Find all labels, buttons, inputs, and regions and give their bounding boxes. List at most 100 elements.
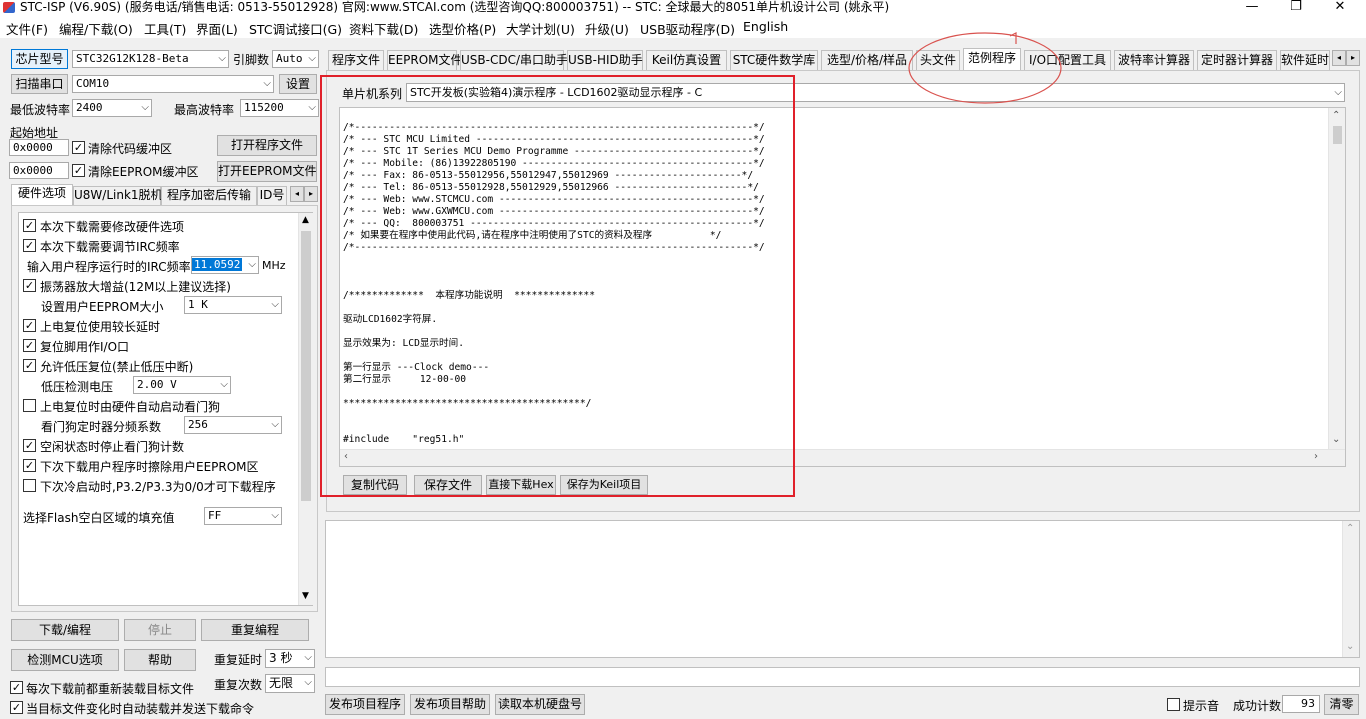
tab-scroll-right-icon[interactable]: ▸ (304, 186, 318, 202)
close-button[interactable]: ✕ (1318, 0, 1362, 16)
repeat-delay-select[interactable]: 3 秒 ⌵ (265, 649, 315, 668)
tab-u8w-offline[interactable]: U8W/Link1脱机 (73, 186, 163, 205)
option-label: 下次下载用户程序时擦除用户EEPROM区 (40, 460, 259, 474)
option-checkbox[interactable]: ✓ (23, 459, 36, 472)
read-disk-id-button[interactable]: 读取本机硬盘号 (495, 694, 585, 715)
scroll-down-icon[interactable]: ▼ (302, 591, 309, 601)
option-checkbox[interactable]: ✓ (23, 439, 36, 452)
menu-interface[interactable]: 界面(L) (196, 19, 238, 38)
menu-debug[interactable]: STC调试接口(G) (249, 19, 342, 38)
scroll-up-icon[interactable]: ⌃ (1332, 110, 1340, 121)
tab-scroll-left-icon[interactable]: ◂ (1332, 50, 1346, 66)
tab-keil-sim[interactable]: Keil仿真设置 (646, 50, 727, 70)
tab-software-delay[interactable]: 软件延时 (1280, 50, 1330, 70)
menu-program[interactable]: 编程/下载(O) (59, 19, 133, 38)
tab-program-file[interactable]: 程序文件 (328, 50, 384, 70)
min-baud-select[interactable]: 2400 ⌵ (72, 99, 152, 117)
irc-unit-label: MHz (262, 259, 286, 272)
detect-mcu-button[interactable]: 检测MCU选项 (11, 649, 119, 671)
scroll-down-icon[interactable]: ⌄ (1332, 434, 1340, 445)
tab-hardware-options[interactable]: 硬件选项 (11, 184, 73, 205)
tab-baud-calc[interactable]: 波特率计算器 (1114, 50, 1194, 70)
tab-math-lib[interactable]: STC硬件数学库 (730, 50, 818, 70)
option-label: 下次冷启动时,P3.2/P3.3为0/0才可下载程序 (40, 480, 276, 494)
autosend-checkbox[interactable]: ✓ (10, 701, 23, 714)
pin-count-value: Auto (276, 52, 303, 65)
code-vscrollbar[interactable]: ⌃ ⌄ (1328, 108, 1345, 449)
tab-id[interactable]: ID号 (257, 186, 287, 205)
reprogram-button[interactable]: 重复编程 (201, 619, 309, 641)
max-baud-label: 最高波特率 (174, 103, 235, 117)
chip-model-button[interactable]: 芯片型号 (11, 49, 68, 69)
menu-upgrade[interactable]: 升级(U) (585, 19, 629, 38)
highlight-box (320, 75, 795, 497)
open-program-file-button[interactable]: 打开程序文件 (217, 135, 317, 156)
flash-fill-select[interactable]: FF ⌵ (204, 507, 282, 525)
sound-checkbox[interactable] (1167, 698, 1180, 711)
publish-project-button[interactable]: 发布项目程序 (325, 694, 405, 715)
tab-eeprom-file[interactable]: EEPROM文件 (387, 50, 463, 70)
code-vscroll-thumb[interactable] (1333, 126, 1342, 144)
open-eeprom-file-button[interactable]: 打开EEPROM文件 (217, 161, 317, 182)
code-address-input[interactable]: 0x0000 (9, 139, 69, 156)
tab-scroll-left-icon[interactable]: ◂ (290, 186, 304, 202)
option-checkbox[interactable]: ✓ (23, 359, 36, 372)
chevron-down-icon: ⌵ (220, 379, 228, 390)
options-scrollbar[interactable]: ▲ ▼ (298, 213, 313, 605)
tab-usb-hid[interactable]: USB-HID助手 (567, 50, 643, 70)
log-scrollbar[interactable]: ⌃ ⌄ (1342, 521, 1359, 657)
option-checkbox[interactable]: ✓ (23, 319, 36, 332)
menu-english[interactable]: English (743, 19, 788, 34)
watchdog-divider-select[interactable]: 256 ⌵ (184, 416, 282, 434)
sound-label: 提示音 (1183, 699, 1220, 713)
tab-encrypted-transfer[interactable]: 程序加密后传输 (161, 186, 257, 205)
tab-timer-calc[interactable]: 定时器计算器 (1197, 50, 1277, 70)
option-checkbox[interactable]: ✓ (23, 219, 36, 232)
option-checkbox[interactable] (23, 479, 36, 492)
title-bar: STC-ISP (V6.90S) (服务电话/销售电话: 0513-550129… (0, 0, 1366, 16)
download-button[interactable]: 下载/编程 (11, 619, 119, 641)
settings-button[interactable]: 设置 (279, 74, 317, 94)
max-baud-value: 115200 (244, 101, 284, 114)
option-checkbox[interactable]: ✓ (23, 339, 36, 352)
tab-usb-cdc[interactable]: USB-CDC/串口助手 (460, 50, 568, 70)
menu-university[interactable]: 大学计划(U) (506, 19, 575, 38)
clear-code-checkbox[interactable]: ✓ (72, 141, 85, 154)
tab-scroll-right-icon[interactable]: ▸ (1346, 50, 1360, 66)
success-count-value: 93 (1282, 695, 1320, 713)
stop-button[interactable]: 停止 (124, 619, 196, 641)
menu-pricing[interactable]: 选型价格(P) (429, 19, 496, 38)
output-log[interactable]: ⌃ ⌄ (325, 520, 1360, 658)
com-port-select[interactable]: COM10 ⌵ (72, 75, 274, 93)
menu-file[interactable]: 文件(F) (6, 19, 48, 38)
tab-pricing[interactable]: 选型/价格/样品 (821, 50, 913, 70)
clear-eeprom-checkbox[interactable]: ✓ (72, 164, 85, 177)
chip-model-select[interactable]: STC32G12K128-Beta ⌵ (72, 50, 229, 68)
maximize-button[interactable]: ❐ (1274, 0, 1318, 16)
irc-frequency-input[interactable]: 11.0592 ⌵ (191, 256, 259, 274)
option-checkbox[interactable]: ✓ (23, 279, 36, 292)
menu-usb-driver[interactable]: USB驱动程序(D) (640, 19, 735, 38)
eeprom-address-input[interactable]: 0x0000 (9, 162, 69, 179)
eeprom-size-select[interactable]: 1 K ⌵ (184, 296, 282, 314)
clear-count-button[interactable]: 清零 (1324, 694, 1359, 715)
minimize-button[interactable]: — (1230, 0, 1274, 16)
option-checkbox[interactable] (23, 399, 36, 412)
low-voltage-select[interactable]: 2.00 V ⌵ (133, 376, 231, 394)
options-scroll-thumb[interactable] (301, 231, 311, 501)
help-button[interactable]: 帮助 (124, 649, 196, 671)
publish-help-button[interactable]: 发布项目帮助 (410, 694, 490, 715)
scroll-up-icon[interactable]: ▲ (302, 215, 309, 225)
scan-port-button[interactable]: 扫描串口 (11, 74, 68, 94)
menu-docs[interactable]: 资料下载(D) (349, 19, 418, 38)
scroll-right-icon[interactable]: › (1314, 451, 1318, 462)
pin-count-select[interactable]: Auto ⌵ (272, 50, 319, 68)
scroll-up-icon[interactable]: ⌃ (1346, 523, 1354, 534)
option-checkbox[interactable]: ✓ (23, 239, 36, 252)
max-baud-select[interactable]: 115200 ⌵ (240, 99, 319, 117)
repeat-count-select[interactable]: 无限 ⌵ (265, 674, 315, 693)
reload-checkbox[interactable]: ✓ (10, 681, 23, 694)
chevron-down-icon: ⌵ (308, 53, 316, 64)
scroll-down-icon[interactable]: ⌄ (1346, 641, 1354, 652)
menu-tools[interactable]: 工具(T) (144, 19, 186, 38)
